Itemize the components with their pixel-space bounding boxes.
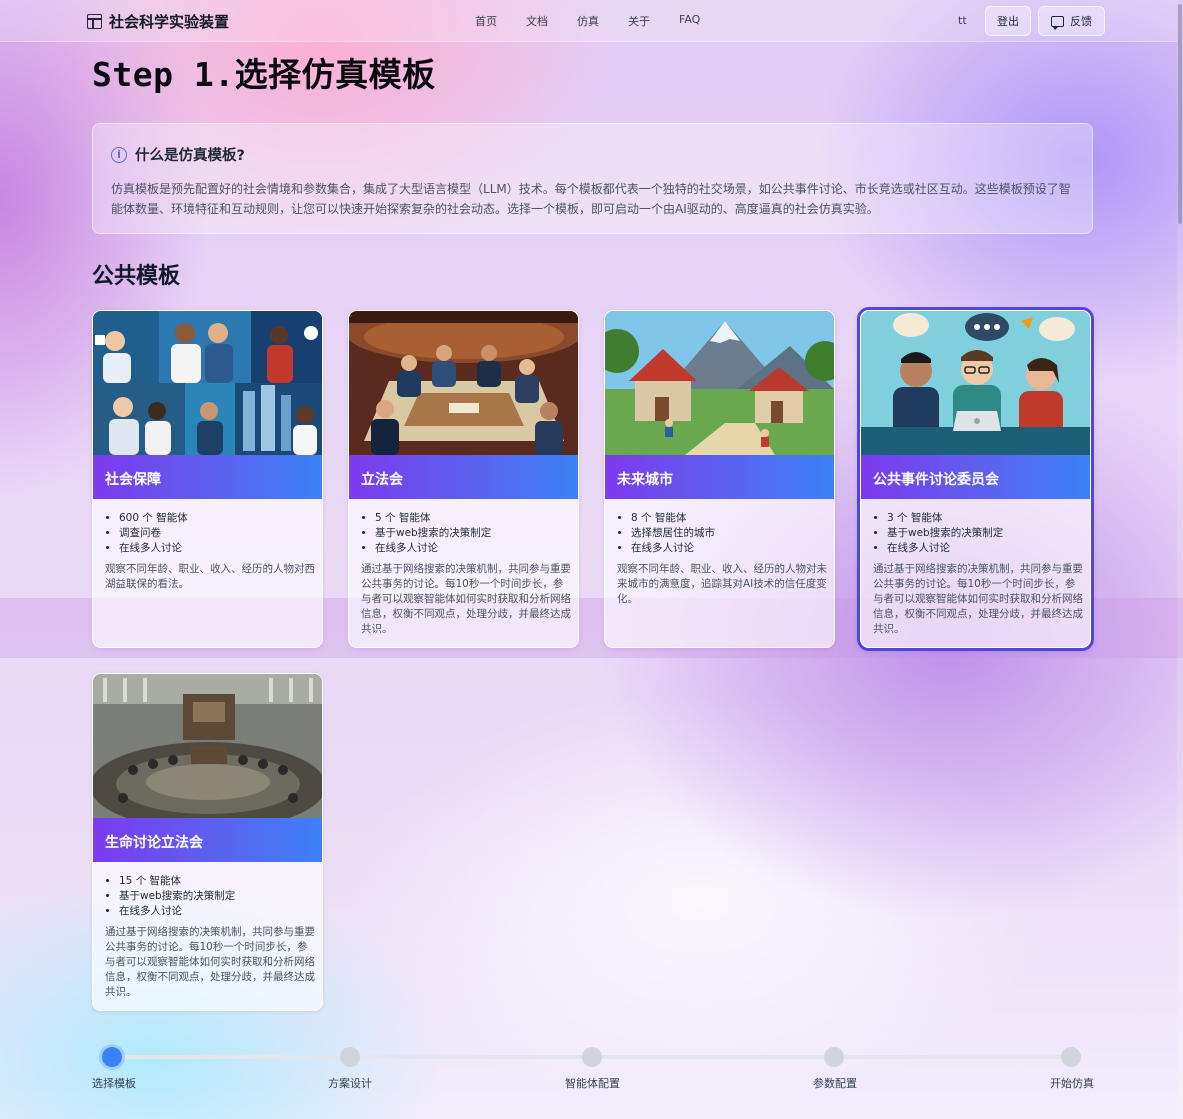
feature-item: 选择想居住的城市	[631, 526, 827, 541]
feature-list: 8 个 智能体 选择想居住的城市 在线多人讨论	[617, 511, 827, 556]
info-icon: i	[111, 146, 127, 163]
template-card-future-city[interactable]: 未来城市 8 个 智能体 选择想居住的城市 在线多人讨论 观察不同年龄、职业、收…	[604, 310, 835, 648]
feedback-label: 反馈	[1070, 15, 1092, 28]
feature-list: 3 个 智能体 基于web搜索的决策制定 在线多人讨论	[873, 511, 1083, 556]
card-description: 通过基于网络搜索的决策机制，共同参与重要公共事务的讨论。每10秒一个时间步长，参…	[873, 563, 1083, 635]
card-body: 8 个 智能体 选择想居住的城市 在线多人讨论 观察不同年龄、职业、收入、经历的…	[617, 511, 827, 607]
feature-item: 3 个 智能体	[887, 511, 1083, 526]
feature-item: 在线多人讨论	[631, 541, 827, 556]
feature-item: 在线多人讨论	[375, 541, 571, 556]
brand-title: 社会科学实验装置	[109, 13, 230, 31]
brand[interactable]: 社会科学实验装置	[87, 11, 229, 32]
page-title: Step 1.选择仿真模板	[92, 48, 436, 96]
feature-item: 15 个 智能体	[119, 874, 315, 889]
feature-item: 在线多人讨论	[887, 541, 1083, 556]
nav-docs[interactable]: 文档	[526, 13, 548, 29]
step-dot	[824, 1047, 844, 1067]
template-card-public-event-committee[interactable]: 公共事件讨论委员会 3 个 智能体 基于web搜索的决策制定 在线多人讨论 通过…	[860, 310, 1091, 648]
page-title-main: 选择仿真模板	[234, 55, 436, 94]
feature-item: 调查问卷	[119, 526, 315, 541]
top-navigation-bar: 社会科学实验装置 首页 文档 仿真 关于 FAQ tt 登出 反馈	[0, 0, 1177, 42]
card-title-banner: 未来城市	[605, 455, 834, 499]
card-title: 社会保障	[105, 472, 161, 488]
card-title-banner: 公共事件讨论委员会	[861, 455, 1090, 499]
feature-list: 600 个 智能体 调查问卷 在线多人讨论	[105, 511, 315, 556]
nav-faq[interactable]: FAQ	[679, 13, 700, 29]
feature-list: 15 个 智能体 基于web搜索的决策制定 在线多人讨论	[105, 874, 315, 919]
info-box: i 什么是仿真模板? 仿真模板是预先配置好的社会情境和参数集合，集成了大型语言模…	[92, 123, 1093, 234]
card-title: 公共事件讨论委员会	[873, 472, 999, 488]
step-dot	[340, 1047, 360, 1067]
step-dot	[582, 1047, 602, 1067]
template-card-social-security[interactable]: 社会保障 600 个 智能体 调查问卷 在线多人讨论 观察不同年龄、职业、收入、…	[92, 310, 323, 648]
user-name[interactable]: tt	[958, 14, 967, 27]
card-description: 通过基于网络搜索的决策机制，共同参与重要公共事务的讨论。每10秒一个时间步长，参…	[105, 926, 315, 998]
step-label: 智能体配置	[565, 1077, 620, 1090]
message-icon	[1051, 15, 1064, 30]
card-body: 600 个 智能体 调查问卷 在线多人讨论 观察不同年龄、职业、收入、经历的人物…	[105, 511, 315, 592]
step-dot	[1061, 1047, 1081, 1067]
social-security-illustration	[93, 311, 322, 455]
feedback-button[interactable]: 反馈	[1038, 6, 1105, 36]
nav-simulation[interactable]: 仿真	[577, 13, 599, 29]
life-legislature-illustration	[93, 674, 322, 818]
card-body: 5 个 智能体 基于web搜索的决策制定 在线多人讨论 通过基于网络搜索的决策机…	[361, 511, 571, 637]
card-title: 未来城市	[617, 472, 673, 488]
feature-item: 600 个 智能体	[119, 511, 315, 526]
info-description: 仿真模板是预先配置好的社会情境和参数集合，集成了大型语言模型（LLM）技术。每个…	[111, 182, 1071, 216]
step-label: 方案设计	[328, 1077, 372, 1090]
template-card-legislative-council[interactable]: 立法会 5 个 智能体 基于web搜索的决策制定 在线多人讨论 通过基于网络搜索…	[348, 310, 579, 648]
feature-list: 5 个 智能体 基于web搜索的决策制定 在线多人讨论	[361, 511, 571, 556]
card-title-banner: 立法会	[349, 455, 578, 499]
nav-about[interactable]: 关于	[628, 13, 650, 29]
feature-item: 在线多人讨论	[119, 904, 315, 919]
vertical-scrollbar[interactable]	[1177, 0, 1183, 1119]
logout-label: 登出	[997, 15, 1019, 28]
card-title: 生命讨论立法会	[105, 835, 203, 851]
logout-button[interactable]: 登出	[985, 6, 1031, 36]
feature-item: 基于web搜索的决策制定	[375, 526, 571, 541]
scrollbar-thumb[interactable]	[1178, 4, 1182, 224]
template-card-life-legislature[interactable]: 生命讨论立法会 15 个 智能体 基于web搜索的决策制定 在线多人讨论 通过基…	[92, 673, 323, 1011]
info-title: 什么是仿真模板?	[135, 148, 245, 164]
section-title: 公共模板	[92, 264, 181, 289]
page-title-step: Step 1.	[92, 55, 235, 94]
step-label: 选择模板	[92, 1077, 136, 1090]
progress-stepper: 选择模板 方案设计 智能体配置 参数配置 开始仿真	[92, 1045, 1094, 1095]
feature-item: 基于web搜索的决策制定	[119, 889, 315, 904]
card-title-banner: 生命讨论立法会	[93, 818, 322, 862]
card-body: 15 个 智能体 基于web搜索的决策制定 在线多人讨论 通过基于网络搜索的决策…	[105, 874, 315, 1000]
nav-home[interactable]: 首页	[475, 13, 497, 29]
step-label: 开始仿真	[1050, 1077, 1094, 1090]
layout-icon	[87, 14, 102, 29]
feature-item: 在线多人讨论	[119, 541, 315, 556]
public-event-committee-illustration	[861, 311, 1090, 455]
legislative-council-illustration	[349, 311, 578, 455]
card-title: 立法会	[361, 472, 403, 488]
step-label: 参数配置	[813, 1077, 857, 1090]
feature-item: 8 个 智能体	[631, 511, 827, 526]
step-dot-active	[102, 1047, 122, 1067]
card-description: 观察不同年龄、职业、收入、经历的人物对西湖益联保的看法。	[105, 563, 315, 590]
main-nav: 首页 文档 仿真 关于 FAQ	[475, 13, 729, 29]
card-description: 观察不同年龄、职业、收入、经历的人物对未来城市的满意度，追踪其对AI技术的信任度…	[617, 563, 827, 605]
feature-item: 5 个 智能体	[375, 511, 571, 526]
info-header: i 什么是仿真模板?	[111, 144, 245, 165]
card-title-banner: 社会保障	[93, 455, 322, 499]
card-description: 通过基于网络搜索的决策机制，共同参与重要公共事务的讨论。每10秒一个时间步长，参…	[361, 563, 571, 635]
future-city-illustration	[605, 311, 834, 455]
feature-item: 基于web搜索的决策制定	[887, 526, 1083, 541]
card-body: 3 个 智能体 基于web搜索的决策制定 在线多人讨论 通过基于网络搜索的决策机…	[873, 511, 1083, 637]
